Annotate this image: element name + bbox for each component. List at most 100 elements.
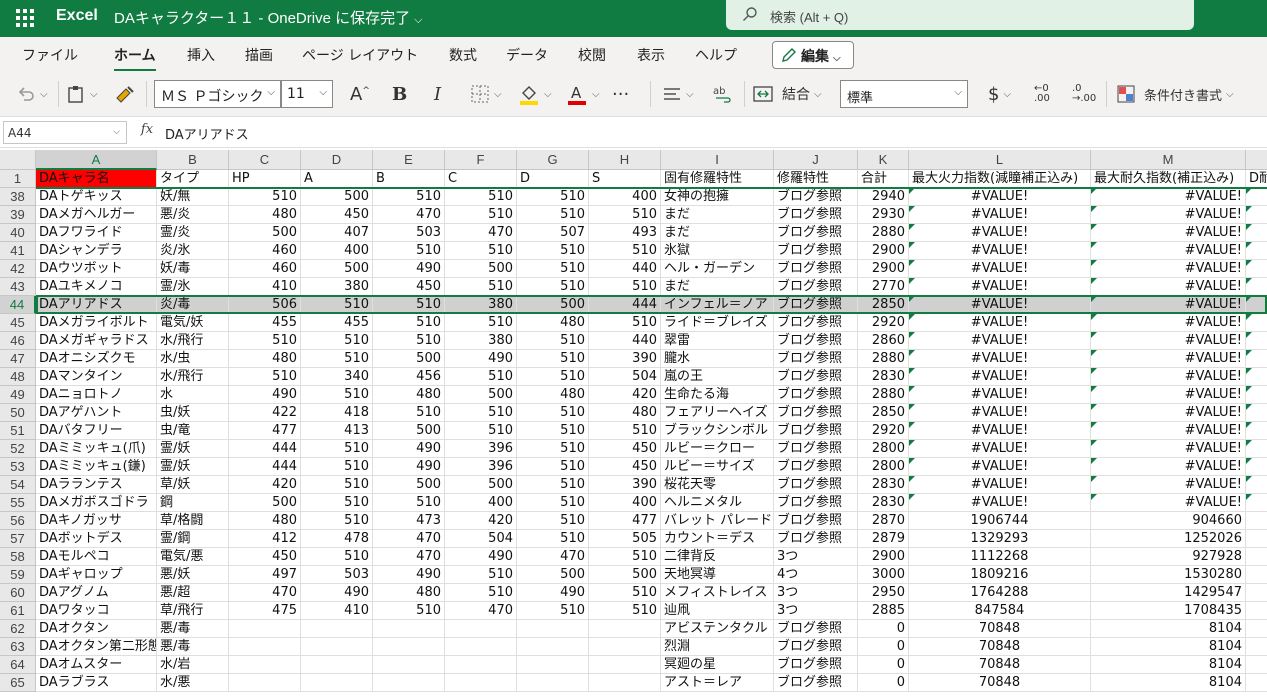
table-cell[interactable]: #VALUE! xyxy=(909,224,1091,242)
font-name-select[interactable]: ＭＳ Ｐゴシック ⌵ xyxy=(154,80,281,108)
table-cell[interactable]: ブログ参照 xyxy=(774,278,858,296)
column-header[interactable]: B xyxy=(157,150,229,170)
row-header[interactable]: 63 xyxy=(0,638,36,656)
table-cell[interactable]: #VALUE! xyxy=(1091,188,1246,206)
column-header[interactable]: A xyxy=(36,150,157,170)
table-cell[interactable]: 500 xyxy=(445,386,517,404)
name-box[interactable]: A44 ⌵ xyxy=(3,121,127,144)
table-cell[interactable]: 390 xyxy=(589,350,661,368)
table-cell[interactable]: 朧水 xyxy=(661,350,774,368)
table-cell[interactable]: 510 xyxy=(517,368,589,386)
table-cell[interactable]: 510 xyxy=(517,512,589,530)
header-cell[interactable]: タイプ xyxy=(157,170,229,188)
table-cell[interactable]: 510 xyxy=(445,584,517,602)
table-cell[interactable]: 1112268 xyxy=(909,548,1091,566)
table-cell[interactable]: #VALUE! xyxy=(909,494,1091,512)
table-cell[interactable]: ブログ参照 xyxy=(774,296,858,314)
table-cell[interactable] xyxy=(229,638,301,656)
spreadsheet-grid[interactable]: A B C D E F G H I J K L M 1 DAキャラ名 タイプ HP A B C D S 固有修羅特性 修羅特性… xyxy=(0,150,1267,697)
row-header[interactable]: 65 xyxy=(0,674,36,692)
table-cell[interactable]: ヘルニメタル xyxy=(661,494,774,512)
table-cell[interactable] xyxy=(1246,620,1267,638)
header-cell[interactable]: D耐 xyxy=(1246,170,1267,188)
table-cell[interactable]: 470 xyxy=(229,584,301,602)
table-cell[interactable] xyxy=(373,638,445,656)
table-cell[interactable] xyxy=(517,674,589,692)
tab-review[interactable]: 校閲 xyxy=(578,45,606,65)
row-header[interactable]: 48 xyxy=(0,368,36,386)
table-cell[interactable]: #VALUE! xyxy=(1091,224,1246,242)
table-cell[interactable]: 4つ xyxy=(774,566,858,584)
table-cell[interactable]: #VALUE! xyxy=(909,386,1091,404)
table-cell[interactable] xyxy=(301,620,373,638)
table-cell[interactable]: #VALUE! xyxy=(909,188,1091,206)
table-cell[interactable] xyxy=(373,656,445,674)
header-cell[interactable]: 最大火力指数(減瞳補正込み) xyxy=(909,170,1091,188)
table-cell[interactable]: 1906744 xyxy=(909,512,1091,530)
table-cell[interactable]: 500 xyxy=(373,350,445,368)
table-cell[interactable]: DAラブラス xyxy=(36,674,157,692)
table-cell[interactable]: 霊/妖 xyxy=(157,458,229,476)
table-cell[interactable]: 500 xyxy=(301,260,373,278)
header-cell[interactable]: DAキャラ名 xyxy=(36,170,157,188)
table-cell[interactable]: 水/飛行 xyxy=(157,332,229,350)
table-cell[interactable]: #VALUE! xyxy=(909,296,1091,314)
column-header[interactable]: I xyxy=(661,150,774,170)
table-cell[interactable]: 510 xyxy=(373,296,445,314)
table-cell[interactable]: 500 xyxy=(373,422,445,440)
table-cell[interactable]: DAメガライボルト xyxy=(36,314,157,332)
table-cell[interactable]: #VALUE! xyxy=(1091,494,1246,512)
table-cell[interactable]: 500 xyxy=(517,566,589,584)
table-cell[interactable]: 420 xyxy=(589,386,661,404)
table-cell[interactable]: ブログ参照 xyxy=(774,440,858,458)
table-cell[interactable]: 嵐の王 xyxy=(661,368,774,386)
table-cell[interactable]: 桜花天零 xyxy=(661,476,774,494)
table-cell[interactable]: まだ xyxy=(661,206,774,224)
table-cell[interactable] xyxy=(1246,278,1267,296)
table-cell[interactable]: DAメガギャラドス xyxy=(36,332,157,350)
table-cell[interactable] xyxy=(1246,476,1267,494)
table-cell[interactable]: 悪/超 xyxy=(157,584,229,602)
table-cell[interactable] xyxy=(517,638,589,656)
header-cell[interactable]: 最大耐久指数(補正込み) xyxy=(1091,170,1246,188)
paste-button[interactable]: ⌵ xyxy=(66,81,98,107)
table-cell[interactable] xyxy=(1246,350,1267,368)
table-cell[interactable]: 480 xyxy=(517,386,589,404)
table-cell[interactable] xyxy=(301,656,373,674)
table-cell[interactable] xyxy=(1246,260,1267,278)
table-cell[interactable]: DAオムスター xyxy=(36,656,157,674)
header-cell[interactable]: 合計 xyxy=(858,170,909,188)
table-cell[interactable]: 1429547 xyxy=(1091,584,1246,602)
table-cell[interactable]: ブログ参照 xyxy=(774,530,858,548)
table-cell[interactable]: フェアリーヘイズ xyxy=(661,404,774,422)
table-cell[interactable]: DAアグノム xyxy=(36,584,157,602)
table-cell[interactable]: 1252026 xyxy=(1091,530,1246,548)
table-cell[interactable]: 510 xyxy=(445,422,517,440)
table-cell[interactable]: 0 xyxy=(858,656,909,674)
table-cell[interactable] xyxy=(229,656,301,674)
table-cell[interactable]: 444 xyxy=(589,296,661,314)
table-cell[interactable]: 510 xyxy=(445,206,517,224)
table-cell[interactable]: ブログ参照 xyxy=(774,260,858,278)
number-format-select[interactable]: 標準 ⌵ xyxy=(840,80,968,108)
table-cell[interactable]: 3つ xyxy=(774,602,858,620)
table-cell[interactable]: ブログ参照 xyxy=(774,512,858,530)
table-cell[interactable] xyxy=(1246,206,1267,224)
row-header[interactable]: 1 xyxy=(0,170,36,188)
table-cell[interactable]: 1530280 xyxy=(1091,566,1246,584)
table-cell[interactable]: 2830 xyxy=(858,476,909,494)
table-cell[interactable]: 510 xyxy=(301,386,373,404)
table-cell[interactable]: 虫/竜 xyxy=(157,422,229,440)
row-header[interactable]: 44 xyxy=(0,296,36,314)
table-cell[interactable]: 水/岩 xyxy=(157,656,229,674)
table-cell[interactable]: 510 xyxy=(445,368,517,386)
table-cell[interactable]: DAボットデス xyxy=(36,530,157,548)
table-cell[interactable]: DAオニシズクモ xyxy=(36,350,157,368)
table-cell[interactable] xyxy=(1246,602,1267,620)
row-header[interactable]: 55 xyxy=(0,494,36,512)
table-cell[interactable]: 444 xyxy=(229,440,301,458)
table-cell[interactable]: 440 xyxy=(589,332,661,350)
table-cell[interactable]: 霊/妖 xyxy=(157,440,229,458)
table-cell[interactable] xyxy=(1246,584,1267,602)
table-cell[interactable] xyxy=(1246,512,1267,530)
